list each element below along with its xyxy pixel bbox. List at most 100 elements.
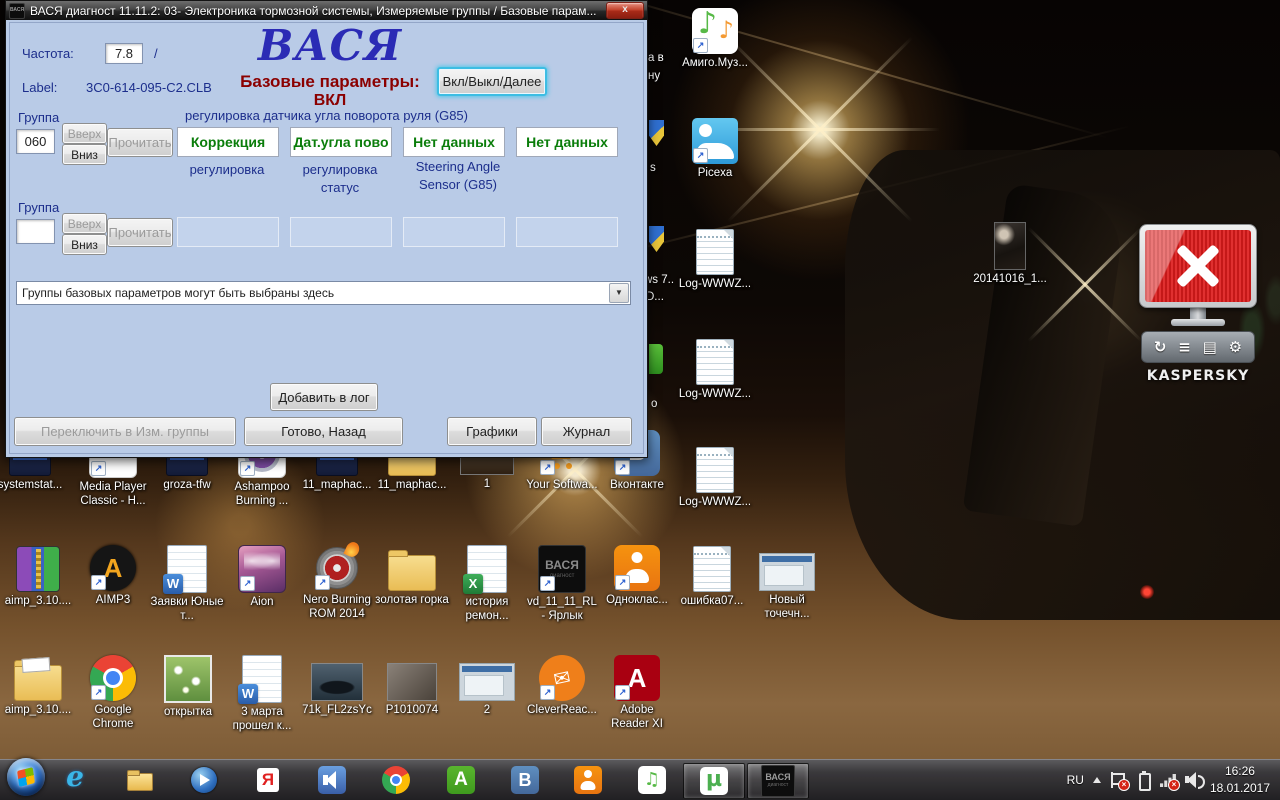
system-tray: RU 16:26 18.01.2017: [1067, 760, 1280, 800]
shortcut-arrow-icon: [91, 575, 106, 590]
screenshot-icon: [759, 553, 815, 591]
desktop-icon-google-chrome[interactable]: Google Chrome: [76, 655, 150, 731]
taskbar-vasya-diagnost[interactable]: ВАСЯдиагност: [747, 763, 809, 799]
taskbar: ВАСЯдиагност RU 16:26: [0, 759, 1280, 800]
group1-down-button[interactable]: Вниз: [62, 144, 107, 165]
partial-green-app-icon: [649, 344, 663, 374]
volume-icon[interactable]: [1185, 772, 1201, 788]
desktop-icon-20141016-1[interactable]: 20141016_1...: [973, 222, 1047, 287]
desktop-icon-aimp-3-10[interactable]: aimp_3.10....: [1, 655, 75, 718]
desktop-icon-label: Google Chrome: [76, 704, 150, 731]
desktop-icon-ошибка07[interactable]: ошибка07...: [675, 545, 749, 609]
group2-down-button[interactable]: Вниз: [62, 234, 107, 255]
group2-field-1: [177, 217, 279, 247]
desktop-icon-aimp-3-10[interactable]: aimp_3.10....: [1, 545, 75, 609]
taskbar-vkontakte[interactable]: [508, 763, 542, 797]
photo-flowers-icon: [164, 655, 212, 703]
taskbar-amigo-music[interactable]: [635, 763, 669, 797]
kaspersky-toolbar: ↻ ≡ ▤ ⚙: [1141, 331, 1255, 363]
dropdown-selected-text: Группы базовых параметров могут быть выб…: [17, 286, 609, 300]
group2-number-field[interactable]: [16, 219, 55, 244]
taskbar-windows-explorer[interactable]: [122, 763, 156, 797]
group2-read-button[interactable]: Прочитать: [107, 218, 173, 247]
desktop-icon-cleverreac[interactable]: CleverReac...: [525, 655, 599, 718]
desktop-icon-3-марта-прошел-к[interactable]: 3 марта прошел к...: [225, 655, 299, 733]
frequency-field[interactable]: 7.8: [105, 43, 143, 64]
group1-field-3: Нет данных: [403, 127, 505, 157]
desktop-icon-амиго-муз[interactable]: Амиго.Муз...: [678, 8, 752, 71]
taskbar-volume-app[interactable]: [315, 763, 349, 797]
music-app-icon: [692, 8, 738, 54]
sublabel-line: Sensor (G85): [403, 176, 513, 194]
taskbar-yandex[interactable]: [251, 763, 285, 797]
alert-badge-icon: [1118, 779, 1130, 791]
yandex-icon: [254, 766, 282, 794]
show-hidden-icons-icon[interactable]: [1093, 777, 1101, 783]
desktop-icon-новый-точечн[interactable]: Новый точечн...: [750, 545, 824, 621]
taskbar-internet-explorer[interactable]: [58, 763, 92, 797]
done-back-button[interactable]: Готово, Назад: [244, 417, 403, 446]
taskbar-media-player[interactable]: [187, 763, 221, 797]
desktop-icon-одноклас[interactable]: Одноклас...: [600, 545, 674, 608]
desktop-icon-label: 71k_FL2zsYc: [302, 704, 372, 718]
start-button[interactable]: [4, 763, 48, 797]
taskbar-amigo[interactable]: [444, 763, 478, 797]
desktop-icon-picexa[interactable]: Picexa: [678, 118, 752, 181]
photo-portrait-icon: [994, 222, 1026, 270]
report-icon[interactable]: ▤: [1203, 340, 1217, 355]
ok-app-icon: [614, 545, 660, 591]
graphs-button[interactable]: Графики: [447, 417, 537, 446]
group1-field-2: Дат.угла пово: [290, 127, 392, 157]
group1-up-button[interactable]: Вверх: [62, 123, 107, 144]
desktop-icon-label: ошибка07...: [681, 595, 744, 609]
partial-icon-label: а в: [648, 52, 664, 64]
desktop-icon-71k-fl2zsyc[interactable]: 71k_FL2zsYc: [300, 655, 374, 718]
battery-icon[interactable]: [1135, 772, 1151, 788]
journal-button[interactable]: Журнал: [541, 417, 632, 446]
basic-settings-group-dropdown[interactable]: Группы базовых параметров могут быть выб…: [16, 281, 631, 305]
taskbar-chrome[interactable]: [379, 763, 413, 797]
desktop-icon-log-wwwz[interactable]: Log-WWWZ...: [678, 228, 752, 292]
language-indicator[interactable]: RU: [1067, 773, 1084, 787]
desktop-icon-заявки-юные-т[interactable]: Заявки Юные т...: [150, 545, 224, 623]
desktop-icon-log-wwwz[interactable]: Log-WWWZ...: [678, 338, 752, 402]
desktop-icon-label: Амиго.Муз...: [682, 57, 748, 71]
desktop-icon-label: Your Softwa...: [526, 479, 597, 493]
desktop-icon-золотая-горка[interactable]: золотая горка: [375, 545, 449, 608]
action-center-flag-icon[interactable]: [1110, 772, 1126, 788]
window-title-bar[interactable]: ВАСЯ ВАСЯ диагност 11.11.2: 03- Электрон…: [6, 1, 647, 20]
desktop-icon-adobe-reader-xi[interactable]: Adobe Reader XI: [600, 655, 674, 731]
network-icon[interactable]: [1160, 772, 1176, 788]
desktop-icon-2[interactable]: 2: [450, 655, 524, 718]
taskbar-clock[interactable]: 16:26 18.01.2017: [1210, 763, 1274, 798]
photo-p101-icon: [387, 663, 437, 701]
refresh-icon[interactable]: ↻: [1154, 340, 1167, 355]
group2-up-button[interactable]: Вверх: [62, 213, 107, 234]
desktop: Амиго.Муз... Picexa Log-WWWZ... Log-WWWZ...…: [0, 0, 1280, 800]
group1-number-field[interactable]: 060: [16, 129, 55, 154]
chevron-down-icon[interactable]: ▼: [609, 283, 629, 303]
desktop-icon-история-ремон[interactable]: история ремон...: [450, 545, 524, 623]
add-to-log-button[interactable]: Добавить в лог: [270, 383, 378, 411]
notepad-icon: [696, 229, 734, 275]
desktop-icon-label: 3 марта прошел к...: [225, 706, 299, 733]
desktop-icon-aion[interactable]: Aion: [225, 545, 299, 610]
switch-to-groups-button[interactable]: Переключить в Изм. группы: [14, 417, 236, 446]
battery-body: [1139, 773, 1151, 791]
desktop-icon-p1010074[interactable]: P1010074: [375, 655, 449, 718]
taskbar-utorrent[interactable]: [683, 763, 745, 799]
group1-read-button[interactable]: Прочитать: [107, 128, 173, 157]
photo-car-icon: [311, 663, 363, 701]
tasks-icon[interactable]: ≡: [1178, 340, 1191, 355]
kaspersky-widget[interactable]: ↻ ≡ ▤ ⚙ KASPERSKY: [1136, 224, 1260, 383]
screenshot-icon: [459, 663, 515, 701]
partial-icon-label: ну: [648, 70, 660, 82]
desktop-icon-vd-11-11-rl-ярлык[interactable]: vd_11_11_RL - Ярлык: [525, 545, 599, 623]
desktop-icon-nero-burning-rom-2014[interactable]: Nero Burning ROM 2014: [300, 545, 374, 621]
gear-icon[interactable]: ⚙: [1229, 340, 1242, 355]
desktop-icon-log-wwwz[interactable]: Log-WWWZ...: [678, 446, 752, 510]
desktop-icon-aimp3[interactable]: AIMP3: [76, 545, 150, 608]
close-button[interactable]: x: [606, 2, 644, 19]
taskbar-odnoklassniki[interactable]: [571, 763, 605, 797]
desktop-icon-открытка[interactable]: открытка: [151, 655, 225, 720]
